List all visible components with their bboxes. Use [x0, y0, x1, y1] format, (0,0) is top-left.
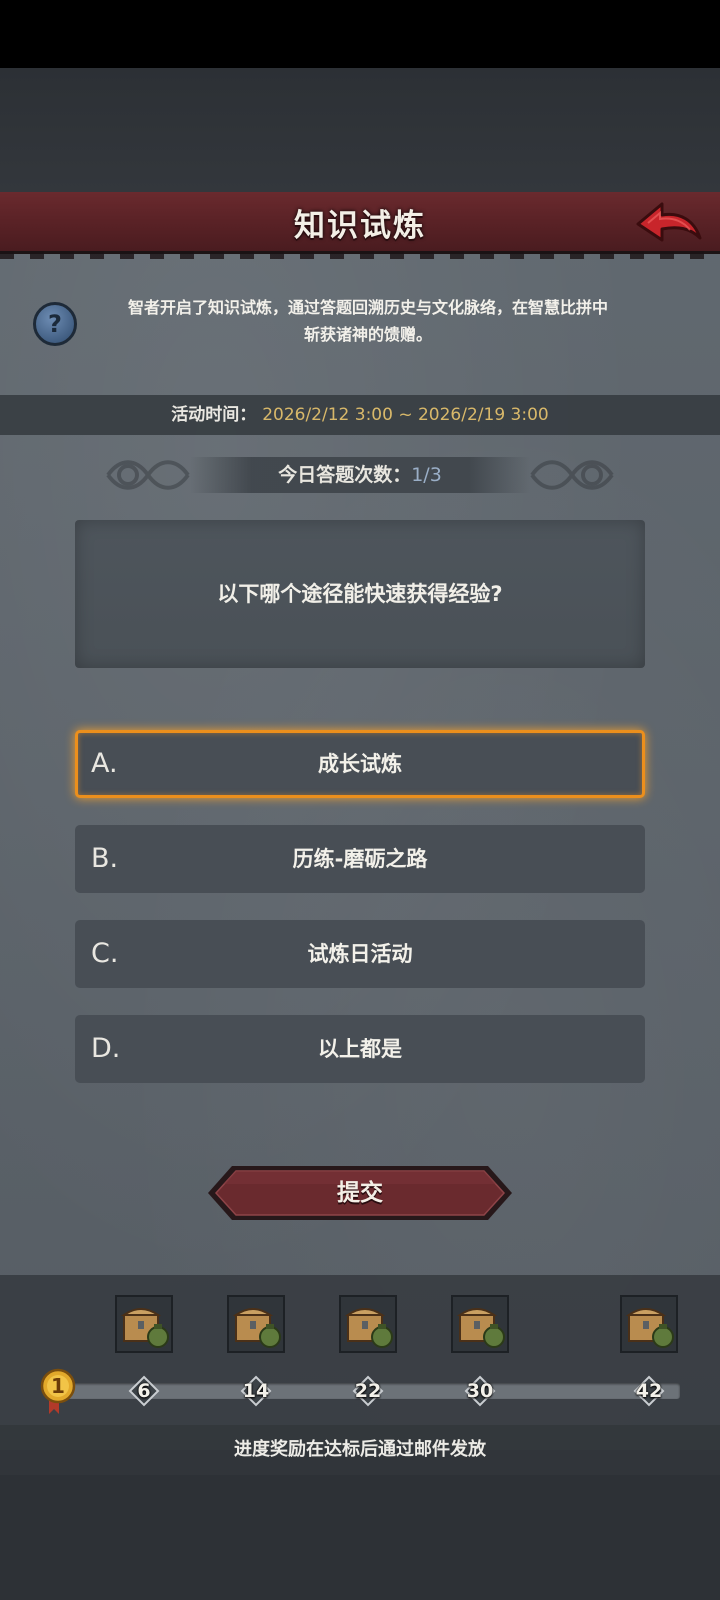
current-progress-value: 1: [51, 1374, 65, 1398]
option-text: 历练-磨砺之路: [292, 847, 428, 871]
milestone-marker-5: 42: [633, 1375, 665, 1407]
event-time-value: 2026/2/12 3:00 ~ 2026/2/19 3:00: [262, 405, 549, 425]
milestone-value: 14: [242, 1380, 270, 1402]
milestone-value: 6: [137, 1380, 151, 1402]
intro-line-1: 智者开启了知识试炼，通过答题回溯历史与文化脉络，在智慧比拼中: [127, 298, 608, 317]
treasure-chest-and-money-bag-icon: [232, 1308, 281, 1348]
option-a[interactable]: A. 成长试炼: [75, 730, 645, 798]
reward-chest-4[interactable]: [451, 1295, 509, 1353]
intro-line-2: 斩获诸神的馈赠。: [303, 325, 432, 344]
reward-note: 进度奖励在达标后通过邮件发放: [0, 1425, 720, 1475]
event-time-bar: 活动时间： 2026/2/12 3:00 ~ 2026/2/19 3:00: [0, 395, 720, 435]
intro-section: ? 智者开启了知识试炼，通过答题回溯历史与文化脉络，在智慧比拼中 斩获诸神的馈赠…: [0, 290, 720, 360]
intro-text: 智者开启了知识试炼，通过答题回溯历史与文化脉络，在智慧比拼中 斩获诸神的馈赠。: [88, 294, 648, 348]
reward-chest-3[interactable]: [339, 1295, 397, 1353]
attempts-count: 1/3: [411, 464, 442, 486]
question-box: 以下哪个途径能快速获得经验?: [75, 520, 645, 668]
option-d[interactable]: D. 以上都是: [75, 1015, 645, 1083]
current-progress-medal: 1: [40, 1368, 76, 1416]
bottom-background: [0, 1475, 720, 1600]
celtic-knot-right-icon: [530, 460, 614, 490]
submit-label: 提交: [337, 1180, 383, 1206]
attempts-label: 今日答题次数：: [278, 464, 412, 486]
treasure-chest-and-money-bag-icon: [456, 1308, 505, 1348]
back-button[interactable]: [634, 198, 704, 248]
option-text: 试炼日活动: [307, 942, 413, 966]
quiz-panel: [0, 195, 720, 1450]
option-b[interactable]: B. 历练-磨砺之路: [75, 825, 645, 893]
help-icon[interactable]: ?: [33, 302, 77, 346]
celtic-knot-left-icon: [106, 460, 190, 490]
treasure-chest-and-money-bag-icon: [344, 1308, 393, 1348]
milestone-value: 30: [466, 1380, 494, 1402]
question-text: 以下哪个途径能快速获得经验?: [217, 582, 503, 606]
submit-button[interactable]: 提交: [206, 1164, 514, 1222]
attempts-label-bg: 今日答题次数：1/3: [190, 457, 530, 493]
progress-rewards: 1 6 14 22 30 42: [0, 1275, 720, 1425]
milestone-marker-4: 30: [464, 1375, 496, 1407]
option-text: 以上都是: [318, 1037, 402, 1061]
milestone-marker-3: 22: [352, 1375, 384, 1407]
title-bar: 知识试炼: [0, 192, 720, 259]
treasure-chest-and-money-bag-icon: [120, 1308, 169, 1348]
milestone-value: 22: [354, 1380, 382, 1402]
milestone-marker-1: 6: [128, 1375, 160, 1407]
milestone-value: 42: [635, 1380, 663, 1402]
status-bar-area: [0, 0, 720, 68]
event-time-label: 活动时间：: [171, 405, 257, 425]
reward-chest-5[interactable]: [620, 1295, 678, 1353]
back-arrow-icon: [636, 202, 702, 242]
option-text: 成长试炼: [318, 752, 402, 776]
reward-note-text: 进度奖励在达标后通过邮件发放: [234, 1439, 486, 1460]
treasure-chest-and-money-bag-icon: [625, 1308, 674, 1348]
page-title: 知识试炼: [294, 208, 426, 244]
daily-attempts: 今日答题次数：1/3: [100, 452, 620, 498]
reward-chest-1[interactable]: [115, 1295, 173, 1353]
milestone-marker-2: 14: [240, 1375, 272, 1407]
reward-chest-2[interactable]: [227, 1295, 285, 1353]
option-c[interactable]: C. 试炼日活动: [75, 920, 645, 988]
